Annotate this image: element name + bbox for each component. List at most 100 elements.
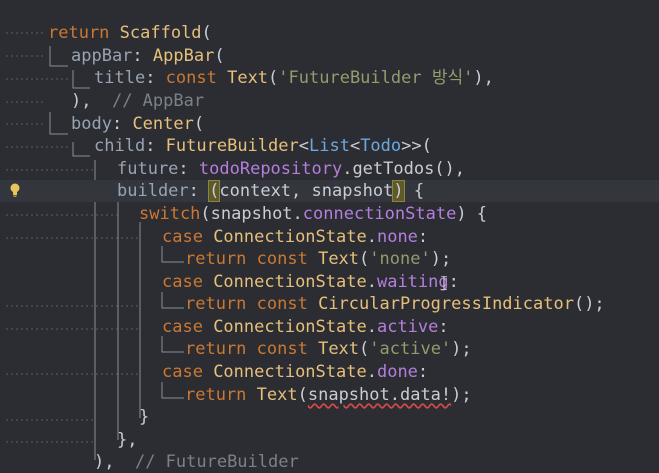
code-token: ( <box>208 180 221 202</box>
code-token: ); <box>451 385 472 405</box>
code-token: Text <box>256 385 298 405</box>
code-token: return <box>185 339 257 359</box>
code-token: ( <box>214 46 225 66</box>
code-token: Text <box>318 249 360 269</box>
code-line-11: return const Text('none'); <box>185 248 659 270</box>
code-token: }, <box>117 430 138 450</box>
code-token: : <box>111 114 133 134</box>
code-token: FutureBuilder <box>165 136 299 156</box>
code-token: todoRepository <box>198 159 343 179</box>
code-token: builder <box>117 181 189 201</box>
code-token: Todo <box>360 136 402 156</box>
code-line-2: appBar: AppBar( <box>71 45 659 67</box>
code-line-4: ), // AppBar <box>71 90 659 112</box>
code-token: ), <box>71 91 92 111</box>
code-token: ); <box>430 249 452 269</box>
code-token: 'FutureBuilder 방식' <box>278 68 474 88</box>
code-token: : <box>145 68 166 88</box>
code-line-17: return Text(snapshot.data!); <box>185 384 659 406</box>
code-token: . <box>366 272 377 292</box>
code-editor[interactable]: return Scaffold( appBar: AppBar( title: … <box>0 0 659 472</box>
code-token: 'active' <box>369 339 452 359</box>
code-token: const <box>256 294 319 314</box>
code-token: List <box>308 136 350 156</box>
code-token: child <box>94 136 146 156</box>
code-token: ConnectionState <box>213 227 367 247</box>
code-token: const <box>165 68 228 88</box>
code-line-12: case ConnectionState.waiting: <box>162 271 659 293</box>
code-token: return <box>48 23 120 43</box>
code-line-9: switch(snapshot.connectionState) { <box>139 203 659 225</box>
code-token: (); <box>573 294 605 314</box>
code-line-7: future: todoRepository.getTodos(), <box>117 158 659 180</box>
code-token: : <box>188 181 210 201</box>
code-token: : <box>145 136 166 156</box>
code-token: (snapshot. <box>200 204 303 224</box>
code-token: ConnectionState <box>213 272 367 292</box>
code-token: switch <box>139 204 201 224</box>
code-token: < <box>349 136 361 156</box>
code-token: ( <box>268 68 279 88</box>
code-token: active <box>376 317 439 337</box>
code-token: . <box>366 227 377 247</box>
code-line-16: case ConnectionState.done: <box>162 361 659 383</box>
code-token: < <box>298 136 309 156</box>
text-cursor-icon <box>441 276 447 290</box>
code-token: case <box>162 317 214 337</box>
code-token: waiting <box>376 272 449 292</box>
code-token: : <box>417 227 429 247</box>
lightbulb-icon[interactable] <box>9 182 21 198</box>
code-token: return <box>185 385 257 405</box>
code-token: const <box>256 339 319 359</box>
code-line-10: case ConnectionState.none: <box>162 226 659 248</box>
code-token: ) { <box>456 204 488 224</box>
code-line-18: } <box>139 406 659 428</box>
code-token: title <box>94 68 146 88</box>
code-line-6: child: FutureBuilder<List<Todo>>( <box>94 135 659 157</box>
code-token: ( <box>193 114 205 134</box>
code-token: const <box>256 249 319 269</box>
code-token: case <box>162 272 214 292</box>
code-token: ( <box>297 385 308 405</box>
code-token: none <box>376 227 418 247</box>
code-token: 'none' <box>369 249 431 269</box>
code-token: { <box>403 181 425 201</box>
code-token: appBar <box>71 46 133 66</box>
code-line-1: return Scaffold( <box>48 22 659 44</box>
code-token: // FutureBuilder <box>114 452 299 472</box>
code-token: ); <box>451 339 472 359</box>
code-token: ( <box>359 249 370 269</box>
code-token: snapshot.data! <box>307 385 452 405</box>
code-line-8: builder: (context, snapshot) { <box>0 180 659 202</box>
code-token: CircularProgressIndicator <box>318 294 574 314</box>
code-token: ( <box>359 339 370 359</box>
code-token: : <box>132 46 153 66</box>
code-token: . <box>366 362 377 382</box>
code-token: ), <box>94 452 115 472</box>
code-token: ConnectionState <box>213 317 367 337</box>
code-token: Text <box>318 339 360 359</box>
code-token: future <box>117 159 179 179</box>
code-token: context, snapshot <box>219 181 394 201</box>
code-token: ) <box>392 180 405 202</box>
code-token: } <box>139 407 150 427</box>
code-token: ConnectionState <box>213 362 367 382</box>
code-line-20: ), // FutureBuilder <box>94 451 659 473</box>
code-token: ( <box>201 23 212 43</box>
code-token: done <box>376 362 418 382</box>
code-token: Scaffold <box>119 23 202 43</box>
code-token: Center <box>132 114 194 134</box>
code-token: AppBar <box>152 46 215 66</box>
code-token: body <box>71 114 112 134</box>
code-line-15: return const Text('active'); <box>185 338 659 360</box>
code-line-14: case ConnectionState.active: <box>162 316 659 338</box>
code-token: Text <box>227 68 269 88</box>
code-token: . <box>366 317 377 337</box>
code-token: : <box>448 272 459 292</box>
code-token: return <box>185 294 257 314</box>
code-token: .getTodos(), <box>342 159 466 179</box>
code-token: // AppBar <box>91 91 205 111</box>
code-token: : <box>417 362 429 382</box>
code-token: ), <box>473 68 494 88</box>
code-line-3: title: const Text('FutureBuilder 방식'), <box>94 67 659 89</box>
